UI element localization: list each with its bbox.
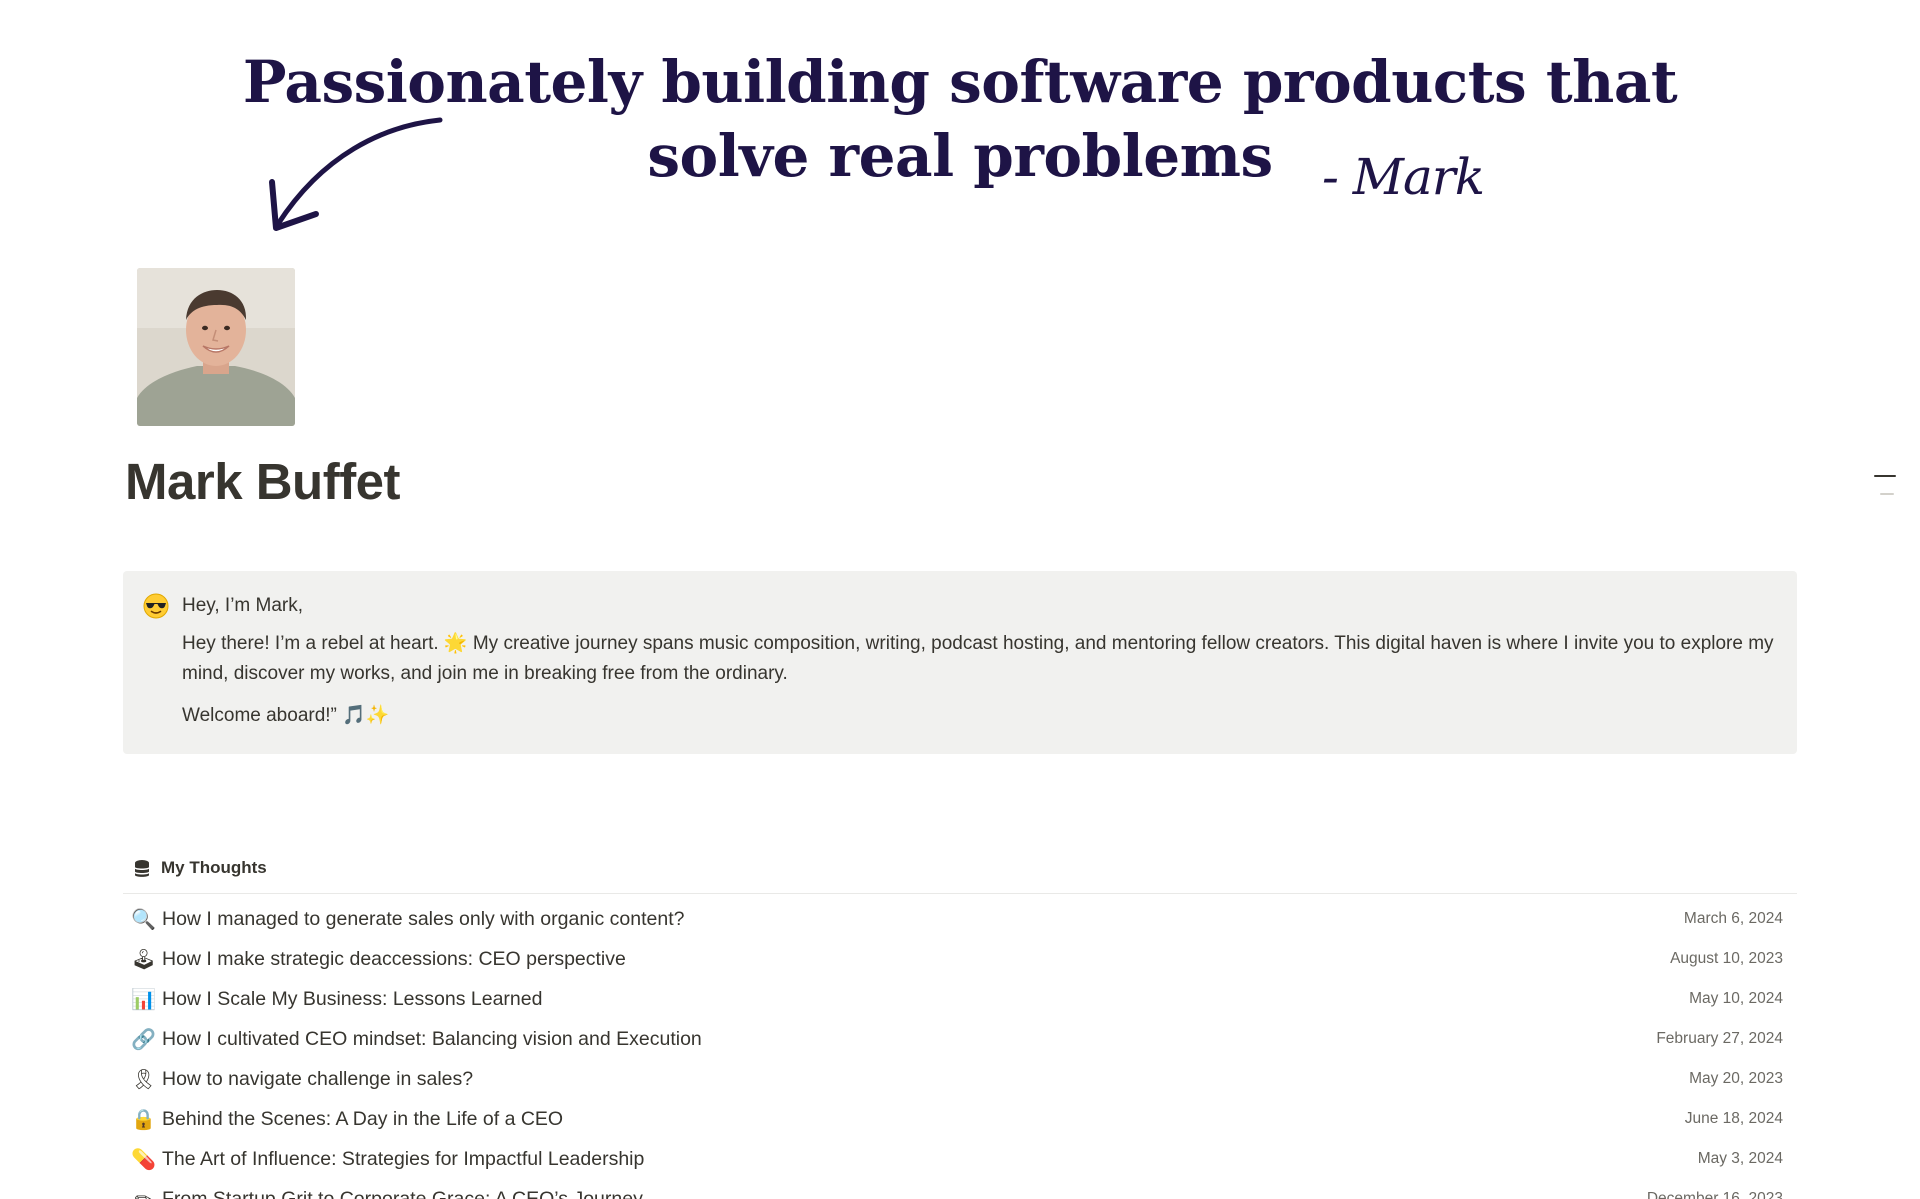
callout-greeting: Hey, I’m Mark, <box>182 595 304 616</box>
list-item[interactable]: 🔍 How I managed to generate sales only w… <box>123 900 1797 940</box>
arrow-illustration-icon <box>269 117 443 231</box>
list-item-title[interactable]: From Startup Grit to Corporate Grace: A … <box>162 1188 643 1199</box>
intro-callout: Hey, I’m Mark, Hey there! I’m a rebel at… <box>123 571 1797 754</box>
list-item-date: August 10, 2023 <box>1670 950 1783 967</box>
list-item-date: December 16, 2023 <box>1646 1190 1783 1199</box>
pencil-icon: ✏ <box>131 1188 155 1199</box>
page-title[interactable]: Mark Buffet <box>125 452 401 511</box>
toc-line-active <box>1874 475 1896 477</box>
callout-welcome: Welcome aboard!” 🎵✨ <box>182 701 390 731</box>
pill-icon: 💊 <box>131 1149 156 1171</box>
database-header: My Thoughts <box>123 855 1797 894</box>
lock-icon: 🔒 <box>131 1109 156 1131</box>
thoughts-list: 🔍 How I managed to generate sales only w… <box>123 900 1797 1199</box>
list-item-title[interactable]: The Art of Influence: Strategies for Imp… <box>162 1148 644 1171</box>
list-item[interactable]: 💊 The Art of Influence: Strategies for I… <box>123 1140 1797 1180</box>
magnifier-icon: 🔍 <box>131 909 156 931</box>
avatar <box>137 268 295 426</box>
list-item-date: March 6, 2024 <box>1683 910 1783 927</box>
ribbon-icon: 🎗 <box>131 1069 157 1091</box>
list-item[interactable]: ✏ From Startup Grit to Corporate Grace: … <box>123 1180 1797 1199</box>
cover-banner: Passionately building software products … <box>0 0 1920 250</box>
joystick-icon: 🕹 <box>131 949 157 971</box>
list-item-title[interactable]: How I make strategic deaccessions: CEO p… <box>162 948 626 971</box>
list-item-title[interactable]: How to navigate challenge in sales? <box>162 1068 473 1091</box>
table-of-contents-toggle[interactable] <box>1874 473 1898 497</box>
list-item-date: May 10, 2024 <box>1689 990 1783 1007</box>
database-title[interactable]: My Thoughts <box>161 858 267 878</box>
list-item-title[interactable]: Behind the Scenes: A Day in the Life of … <box>162 1108 563 1131</box>
music-sparkles-emoji-icon: 🎵✨ <box>342 705 390 726</box>
list-item-date: May 3, 2024 <box>1697 1150 1783 1167</box>
link-icon: 🔗 <box>131 1029 156 1051</box>
database-icon <box>135 860 149 877</box>
list-item[interactable]: 📊 How I Scale My Business: Lessons Learn… <box>123 980 1797 1020</box>
list-item-title[interactable]: How I Scale My Business: Lessons Learned <box>162 988 542 1011</box>
list-item-date: May 20, 2023 <box>1689 1070 1783 1087</box>
callout-welcome-text: Welcome aboard!” <box>182 705 337 726</box>
list-item[interactable]: 🎗 How to navigate challenge in sales? Ma… <box>123 1060 1797 1100</box>
list-item-title[interactable]: How I cultivated CEO mindset: Balancing … <box>162 1028 702 1051</box>
banner-quote-line-1: Passionately building software products … <box>242 48 1678 116</box>
bar-chart-icon: 📊 <box>131 989 156 1011</box>
list-item[interactable]: 🔒 Behind the Scenes: A Day in the Life o… <box>123 1100 1797 1140</box>
star-emoji-icon: 🌟 <box>443 633 468 654</box>
callout-body-part-1: Hey there! I’m a rebel at heart. <box>182 633 439 654</box>
list-item-title[interactable]: How I managed to generate sales only wit… <box>162 908 684 931</box>
callout-body: Hey there! I’m a rebel at heart. 🌟 My cr… <box>182 629 1782 689</box>
list-item-date: February 27, 2024 <box>1656 1030 1783 1047</box>
notion-page: Passionately building software products … <box>0 0 1920 1199</box>
banner-signature: - Mark <box>1322 148 1485 206</box>
sunglasses-emoji-icon <box>143 593 169 619</box>
list-item[interactable]: 🕹 How I make strategic deaccessions: CEO… <box>123 940 1797 980</box>
toc-line <box>1880 493 1894 495</box>
avatar-photo <box>137 268 295 426</box>
list-item-date: June 18, 2024 <box>1684 1110 1783 1127</box>
list-item[interactable]: 🔗 How I cultivated CEO mindset: Balancin… <box>123 1020 1797 1060</box>
